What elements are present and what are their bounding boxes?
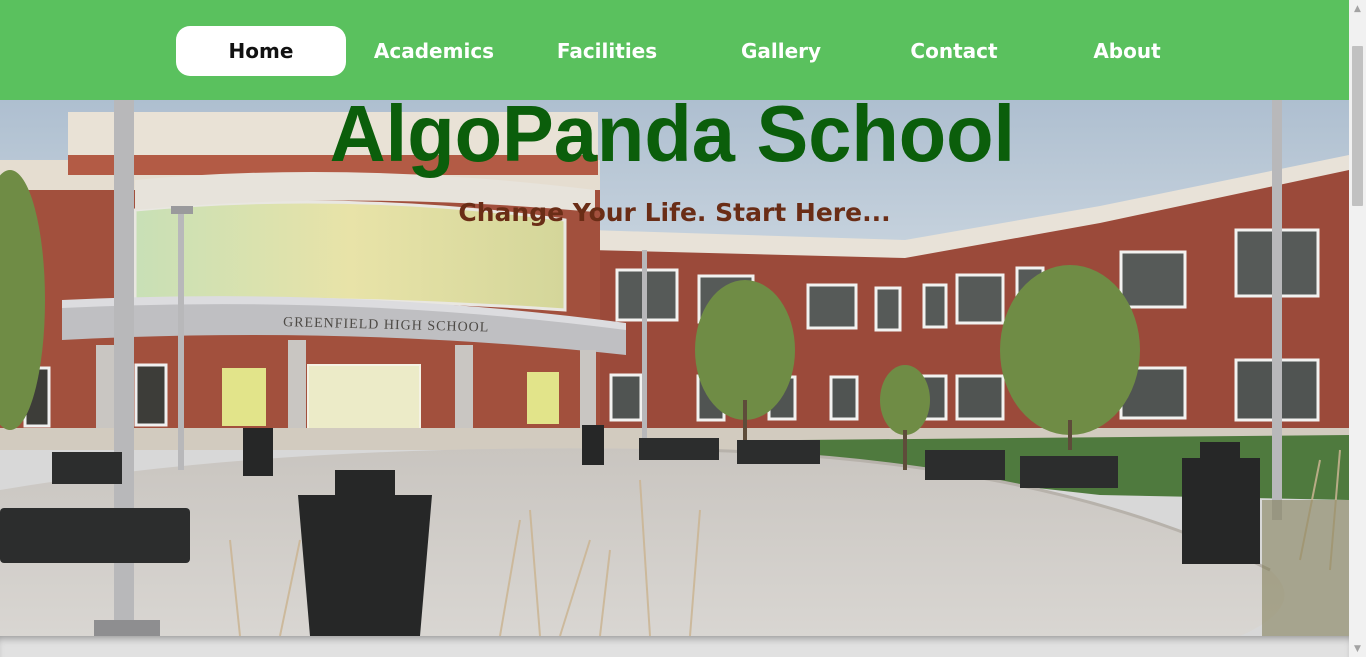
top-navbar: Home Academics Facilities Gallery Contac… [0, 0, 1349, 100]
nav-facilities[interactable]: Facilities [522, 26, 692, 76]
nav-contact[interactable]: Contact [869, 26, 1039, 76]
scroll-down-icon[interactable]: ▼ [1349, 640, 1366, 657]
nav-academics[interactable]: Academics [349, 26, 519, 76]
section-divider [0, 636, 1349, 657]
tagline: Change Your Life. Start Here... [458, 198, 891, 227]
scrollbar-thumb[interactable] [1352, 46, 1363, 206]
vertical-scrollbar[interactable]: ▲ ▼ [1349, 0, 1366, 657]
nav-home[interactable]: Home [176, 26, 346, 76]
scroll-up-icon[interactable]: ▲ [1349, 0, 1366, 17]
nav-gallery[interactable]: Gallery [696, 26, 866, 76]
nav-about[interactable]: About [1042, 26, 1212, 76]
page: GREENFIELD HIGH SCHOOL AlgoPanda School … [0, 0, 1349, 657]
